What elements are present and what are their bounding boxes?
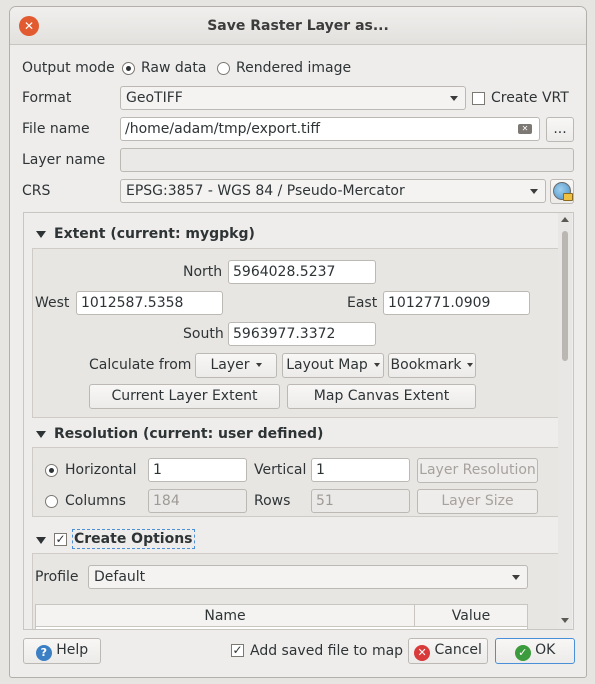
layout-map-button-label: Layout Map: [286, 357, 368, 373]
profile-combo[interactable]: Default: [88, 565, 528, 589]
format-combo[interactable]: GeoTIFF: [120, 86, 466, 110]
west-label: West: [35, 295, 70, 311]
current-layer-extent-button[interactable]: Current Layer Extent: [89, 384, 280, 409]
title-bar: ✕ Save Raster Layer as...: [10, 7, 586, 45]
chevron-down-icon: [512, 575, 520, 580]
scroll-down-icon[interactable]: [561, 618, 569, 623]
add-saved-file-label[interactable]: Add saved file to map: [250, 643, 403, 659]
crs-value: EPSG:3857 - WGS 84 / Pseudo-Mercator: [126, 183, 405, 199]
help-button-label: Help: [56, 642, 89, 658]
rows-input[interactable]: 51: [311, 489, 410, 513]
vertical-input[interactable]: 1: [311, 458, 410, 482]
create-vrt-checkbox[interactable]: [472, 92, 485, 105]
format-value: GeoTIFF: [126, 90, 183, 106]
options-table: Name Value: [35, 604, 528, 629]
options-table-header: Name Value: [36, 605, 527, 627]
layer-button[interactable]: Layer: [195, 353, 277, 378]
east-label: East: [347, 295, 378, 311]
cancel-button[interactable]: ✕ Cancel: [408, 638, 488, 664]
raw-data-radio[interactable]: [122, 62, 135, 75]
scrollbar-thumb[interactable]: [562, 231, 568, 361]
layout-map-button[interactable]: Layout Map: [282, 353, 384, 378]
scroll-up-icon[interactable]: [561, 217, 569, 222]
vertical-label: Vertical: [254, 462, 307, 478]
north-label: North: [183, 264, 223, 280]
chevron-down-icon: [373, 363, 380, 367]
east-input[interactable]: 1012771.0909: [383, 291, 530, 315]
save-raster-dialog: ✕ Save Raster Layer as... Output mode Ra…: [9, 6, 587, 678]
columns-radio[interactable]: [45, 495, 58, 508]
layer-resolution-button[interactable]: Layer Resolution: [417, 458, 538, 483]
rows-label: Rows: [254, 493, 291, 509]
north-input[interactable]: 5964028.5237: [228, 260, 376, 284]
add-saved-file-checkbox[interactable]: ✓: [231, 644, 244, 657]
layer-name-input[interactable]: [120, 148, 574, 172]
collapse-resolution-icon[interactable]: [36, 431, 46, 438]
chevron-down-icon: [255, 363, 262, 367]
output-mode-label: Output mode: [22, 60, 115, 76]
columns-label[interactable]: Columns: [65, 493, 126, 509]
rendered-image-radio[interactable]: [217, 62, 230, 75]
ok-button-label: OK: [535, 642, 556, 658]
horizontal-input[interactable]: 1: [148, 458, 247, 482]
columns-input[interactable]: 184: [148, 489, 247, 513]
value-column-header[interactable]: Value: [415, 608, 527, 624]
layer-size-button[interactable]: Layer Size: [417, 489, 538, 514]
name-column-header[interactable]: Name: [36, 608, 414, 624]
crs-combo[interactable]: EPSG:3857 - WGS 84 / Pseudo-Mercator: [120, 179, 546, 203]
calculate-from-label: Calculate from: [89, 357, 192, 373]
ok-button[interactable]: ✓ OK: [495, 638, 575, 664]
create-vrt-label[interactable]: Create VRT: [491, 90, 569, 106]
bookmark-button[interactable]: Bookmark: [388, 353, 476, 378]
layer-button-label: Layer: [210, 357, 250, 373]
profile-label: Profile: [35, 569, 79, 585]
clear-icon[interactable]: ✕: [518, 124, 532, 134]
collapse-extent-icon[interactable]: [36, 231, 46, 238]
crs-select-button[interactable]: [550, 179, 574, 204]
chevron-down-icon: [467, 363, 474, 367]
options-scroll-area: Extent (current: mygpkg) North 5964028.5…: [23, 212, 574, 630]
bookmark-button-label: Bookmark: [390, 357, 462, 373]
browse-button[interactable]: ...: [546, 117, 574, 142]
ok-icon: ✓: [514, 645, 531, 661]
help-icon: ?: [35, 645, 52, 661]
globe-icon: [553, 182, 573, 201]
cancel-icon: ✕: [414, 645, 431, 661]
cancel-button-label: Cancel: [434, 642, 482, 658]
file-name-input[interactable]: /home/adam/tmp/export.tiff: [120, 117, 540, 141]
resolution-group: Horizontal 1 Vertical 1 Layer Resolution…: [32, 447, 560, 517]
crs-label: CRS: [22, 183, 51, 199]
south-input[interactable]: 5963977.3372: [228, 322, 376, 346]
profile-value: Default: [94, 569, 146, 585]
file-name-value: /home/adam/tmp/export.tiff: [125, 121, 321, 137]
collapse-create-options-icon[interactable]: [36, 537, 46, 544]
raw-data-label[interactable]: Raw data: [141, 60, 206, 76]
extent-title[interactable]: Extent (current: mygpkg): [54, 226, 255, 242]
horizontal-label[interactable]: Horizontal: [65, 462, 136, 478]
resolution-title[interactable]: Resolution (current: user defined): [54, 426, 323, 442]
horizontal-radio[interactable]: [45, 464, 58, 477]
layer-name-label: Layer name: [22, 152, 106, 168]
extent-group: North 5964028.5237 West 1012587.5358 Eas…: [32, 248, 560, 418]
rendered-image-label[interactable]: Rendered image: [236, 60, 351, 76]
vertical-scrollbar[interactable]: [558, 213, 572, 629]
format-label: Format: [22, 90, 72, 106]
create-options-checkbox[interactable]: ✓: [54, 533, 67, 546]
window-title: Save Raster Layer as...: [207, 18, 389, 34]
map-canvas-extent-button[interactable]: Map Canvas Extent: [287, 384, 476, 409]
chevron-down-icon: [530, 189, 538, 194]
chevron-down-icon: [450, 96, 458, 101]
create-options-group: Profile Default Name Value: [32, 553, 560, 629]
create-options-title[interactable]: Create Options: [72, 529, 195, 549]
west-input[interactable]: 1012587.5358: [76, 291, 223, 315]
file-name-label: File name: [22, 121, 90, 137]
help-button[interactable]: ? Help: [23, 638, 101, 664]
south-label: South: [183, 326, 224, 342]
